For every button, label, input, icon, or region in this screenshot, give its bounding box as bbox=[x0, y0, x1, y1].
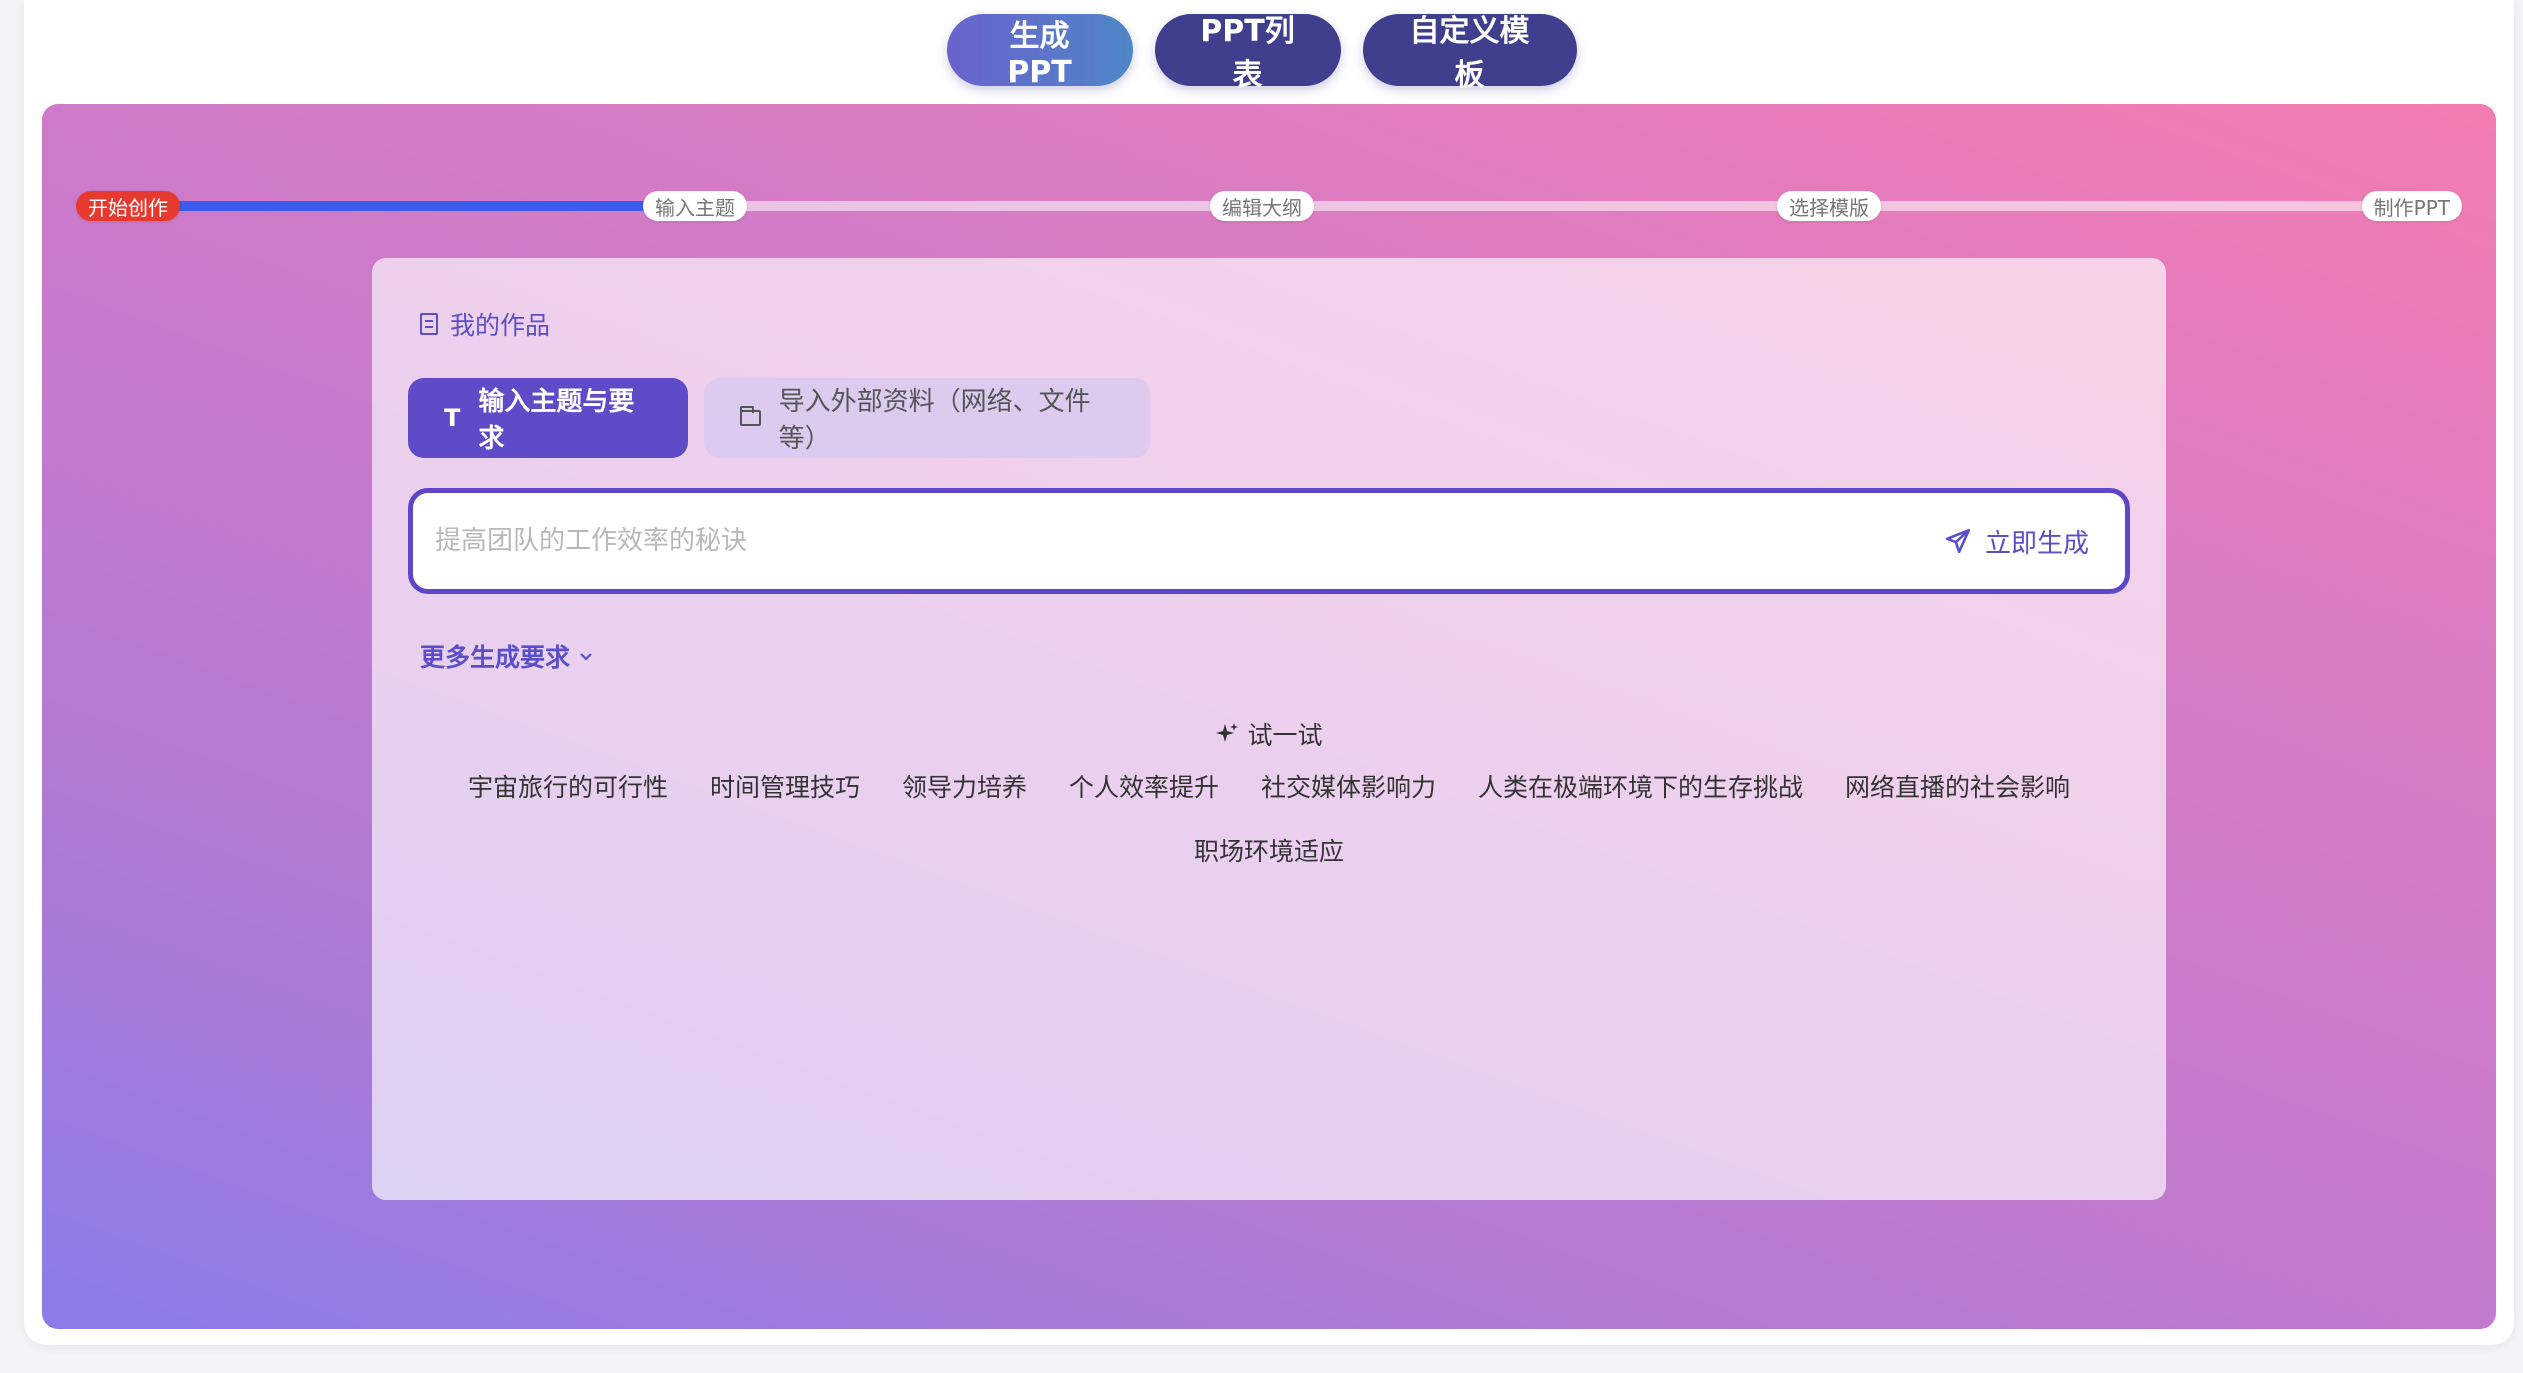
tab-ppt-list[interactable]: PPT列表 bbox=[1154, 14, 1341, 93]
tab-custom-template[interactable]: 自定义模板 bbox=[1362, 14, 1577, 93]
try-section-title: 试一试 bbox=[372, 716, 2166, 752]
suggestion-item[interactable]: 个人效率提升 bbox=[1069, 770, 1219, 806]
folder-icon bbox=[740, 406, 761, 426]
tab-generate-ppt[interactable]: 生成PPT bbox=[946, 14, 1133, 90]
suggestion-item[interactable]: 时间管理技巧 bbox=[710, 770, 860, 806]
tab-input-topic-label: 输入主题与要求 bbox=[478, 387, 635, 454]
create-card: 我的作品 T 输入主题与要求 导入外部资料（网络、文件等） 立即生成 bbox=[372, 258, 2166, 1200]
step-select-template: 选择模版 bbox=[1777, 191, 1881, 221]
step-input-topic: 输入主题 bbox=[643, 191, 747, 221]
sparkle-icon bbox=[1216, 723, 1239, 742]
my-works-label: 我的作品 bbox=[450, 311, 551, 340]
step-edit-outline: 编辑大纲 bbox=[1210, 191, 1314, 221]
my-works-link[interactable]: 我的作品 bbox=[420, 306, 550, 342]
more-requirements-toggle[interactable]: 更多生成要求 bbox=[420, 638, 594, 674]
generate-button-label: 立即生成 bbox=[1984, 528, 2089, 559]
send-icon bbox=[1945, 528, 1971, 554]
main-canvas: 开始创作 输入主题 编辑大纲 选择模版 制作PPT 我的作品 T 输入主题与要求… bbox=[42, 104, 2496, 1329]
tab-import-material-label: 导入外部资料（网络、文件等） bbox=[778, 387, 1091, 454]
suggestion-item[interactable]: 社交媒体影响力 bbox=[1261, 770, 1436, 806]
progress-steps: 开始创作 输入主题 编辑大纲 选择模版 制作PPT bbox=[76, 188, 2462, 224]
chevron-down-icon bbox=[580, 653, 592, 661]
progress-fill bbox=[96, 201, 656, 211]
suggestion-item[interactable]: 职场环境适应 bbox=[1194, 834, 1344, 870]
step-start: 开始创作 bbox=[76, 191, 180, 221]
input-mode-tabs: T 输入主题与要求 导入外部资料（网络、文件等） bbox=[408, 378, 1150, 458]
step-make-ppt: 制作PPT bbox=[2361, 191, 2462, 221]
try-label: 试一试 bbox=[1247, 721, 1323, 750]
topic-input[interactable] bbox=[433, 525, 1939, 557]
topic-input-box: 立即生成 bbox=[408, 488, 2130, 594]
document-icon bbox=[420, 313, 438, 335]
top-nav: 生成PPT PPT列表 自定义模板 bbox=[0, 14, 2523, 93]
suggestion-list: 宇宙旅行的可行性 时间管理技巧 领导力培养 个人效率提升 社交媒体影响力 人类在… bbox=[452, 770, 2086, 870]
suggestion-item[interactable]: 宇宙旅行的可行性 bbox=[468, 770, 668, 806]
tab-import-material[interactable]: 导入外部资料（网络、文件等） bbox=[704, 378, 1150, 458]
generate-button[interactable]: 立即生成 bbox=[1939, 522, 2095, 561]
text-icon: T bbox=[444, 404, 461, 432]
suggestion-item[interactable]: 领导力培养 bbox=[902, 770, 1027, 806]
suggestion-item[interactable]: 人类在极端环境下的生存挑战 bbox=[1478, 770, 1803, 806]
more-requirements-label: 更多生成要求 bbox=[420, 643, 571, 672]
suggestion-item[interactable]: 网络直播的社会影响 bbox=[1845, 770, 2070, 806]
tab-input-topic[interactable]: T 输入主题与要求 bbox=[408, 378, 688, 458]
